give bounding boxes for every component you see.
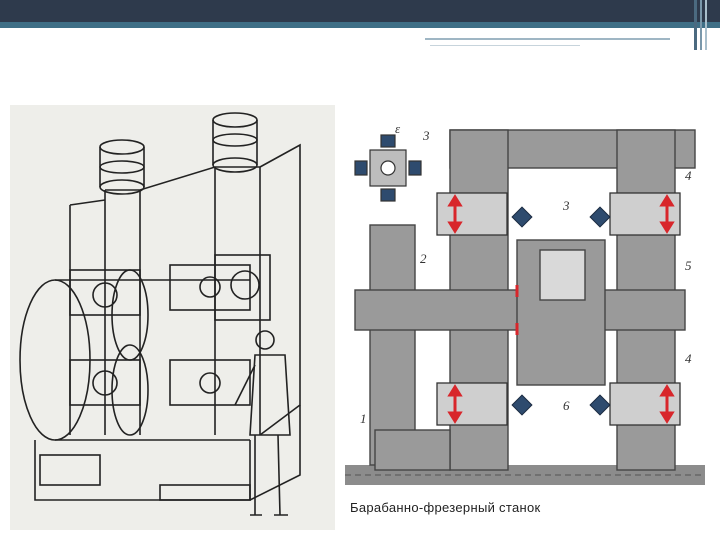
label-4-upper: 4 bbox=[685, 168, 692, 183]
machine-perspective-drawing bbox=[10, 105, 335, 530]
corner-decoration bbox=[694, 0, 707, 50]
label-3-fixture: 3 bbox=[562, 198, 570, 213]
label-epsilon: ε bbox=[395, 121, 401, 136]
spindle-head-lower-left bbox=[436, 382, 508, 426]
base-left bbox=[374, 429, 451, 471]
label-3-inset: 3 bbox=[422, 128, 430, 143]
workpiece-fixture bbox=[539, 249, 586, 301]
title-bar bbox=[0, 0, 720, 22]
spindle-head-upper-left bbox=[436, 192, 508, 236]
title-bar-accent bbox=[0, 22, 720, 28]
figure-caption: Барабанно-фрезерный станок bbox=[350, 500, 541, 515]
label-2: 2 bbox=[420, 251, 427, 266]
label-1: 1 bbox=[360, 411, 367, 426]
label-6: 6 bbox=[563, 398, 570, 413]
label-4-lower: 4 bbox=[685, 351, 692, 366]
decorative-rule bbox=[425, 38, 670, 40]
decorative-rule-thin bbox=[430, 45, 580, 46]
drum-housing bbox=[369, 224, 416, 466]
machine-schematic-diagram: ε 3 3 4 2 5 4 1 6 bbox=[345, 105, 705, 500]
label-5: 5 bbox=[685, 258, 692, 273]
